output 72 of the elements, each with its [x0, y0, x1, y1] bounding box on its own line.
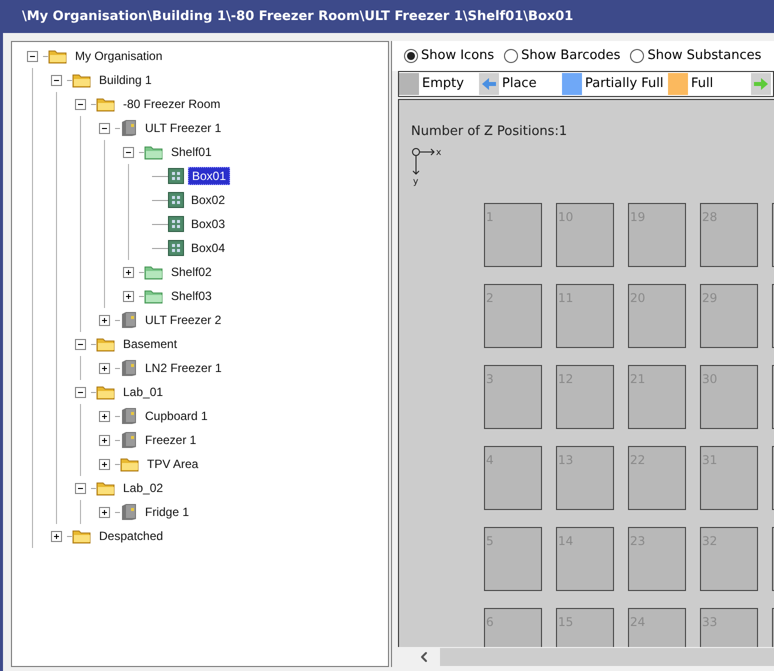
tree-item[interactable]: -80 Freezer Room [120, 96, 224, 112]
radio-icon[interactable] [504, 49, 518, 63]
tree-item[interactable]: Box01 [188, 167, 230, 185]
cabinet-icon [120, 503, 138, 521]
tree-item[interactable]: Despatched [96, 528, 166, 544]
collapse-icon[interactable] [74, 98, 86, 110]
grid-box-icon [168, 216, 184, 232]
folder-icon [144, 264, 164, 280]
collapse-icon[interactable] [74, 482, 86, 494]
radio-option[interactable]: Show Substances [630, 46, 762, 66]
legend-label: Full [690, 75, 714, 94]
grid-box-icon [168, 240, 184, 256]
cabinet-icon [120, 311, 138, 329]
legend-label: Place [501, 75, 538, 94]
tree-item[interactable]: Box04 [188, 240, 228, 256]
folder-icon [144, 288, 164, 304]
collapse-icon[interactable] [74, 338, 86, 350]
radio-option[interactable]: Show Icons [404, 46, 494, 66]
tree-item[interactable]: Box03 [188, 216, 228, 232]
tree-item[interactable]: Fridge 1 [142, 504, 192, 520]
expand-icon[interactable] [50, 530, 62, 542]
tree-item[interactable]: Shelf01 [168, 144, 215, 160]
tree-item[interactable]: My Organisation [72, 48, 166, 64]
cabinet-icon [120, 359, 138, 377]
grid-box-icon [168, 192, 184, 208]
collapse-icon[interactable] [98, 122, 110, 134]
axis-drawing: x y [411, 146, 447, 188]
cabinet-icon [120, 119, 138, 137]
radio-option[interactable]: Show Barcodes [504, 46, 620, 66]
tree-item[interactable]: Shelf02 [168, 264, 215, 280]
tree-item[interactable]: LN2 Freezer 1 [142, 360, 225, 376]
legend-label: Empty [421, 75, 465, 94]
cabinet-icon [120, 431, 138, 449]
tree-item[interactable]: Lab_02 [120, 480, 166, 496]
radio-icon[interactable] [404, 49, 418, 63]
tree-item[interactable]: Shelf03 [168, 288, 215, 304]
folder-icon [96, 336, 116, 352]
radio-icon[interactable] [630, 49, 644, 63]
folder-icon [120, 456, 140, 472]
cabinet-icon [120, 407, 138, 425]
expand-icon[interactable] [98, 434, 110, 446]
folder-icon [96, 96, 116, 112]
window-title: \My Organisation\Building 1\-80 Freezer Room\ULT Freezer 1\Shelf01\Box01 [0, 0, 774, 33]
tree-item[interactable]: ULT Freezer 1 [142, 120, 224, 136]
expand-icon[interactable] [98, 458, 110, 470]
tree-item[interactable]: TPV Area [144, 456, 202, 472]
expand-icon[interactable] [122, 290, 134, 302]
folder-icon [96, 384, 116, 400]
legend-label: Partially Full [584, 75, 665, 94]
collapse-icon[interactable] [122, 146, 134, 158]
tree-item[interactable]: Cupboard 1 [142, 408, 211, 424]
tree-item[interactable]: Box02 [188, 192, 228, 208]
collapse-icon[interactable] [26, 50, 38, 62]
folder-icon [48, 48, 68, 64]
folder-icon [72, 72, 92, 88]
tree-item[interactable]: Lab_01 [120, 384, 166, 400]
expand-icon[interactable] [98, 410, 110, 422]
tree-item[interactable]: Building 1 [96, 72, 155, 88]
grid-box-icon [168, 168, 184, 184]
folder-icon [144, 144, 164, 160]
collapse-icon[interactable] [74, 386, 86, 398]
z-positions-label: Number of Z Positions:1 [411, 123, 568, 141]
expand-icon[interactable] [98, 362, 110, 374]
tree-item[interactable]: ULT Freezer 2 [142, 312, 224, 328]
expand-icon[interactable] [98, 506, 110, 518]
expand-icon[interactable] [98, 314, 110, 326]
tree-item[interactable]: Freezer 1 [142, 432, 200, 448]
collapse-icon[interactable] [50, 74, 62, 86]
folder-icon [72, 528, 92, 544]
tree-item[interactable]: Basement [120, 336, 180, 352]
folder-icon [96, 480, 116, 496]
expand-icon[interactable] [122, 266, 134, 278]
